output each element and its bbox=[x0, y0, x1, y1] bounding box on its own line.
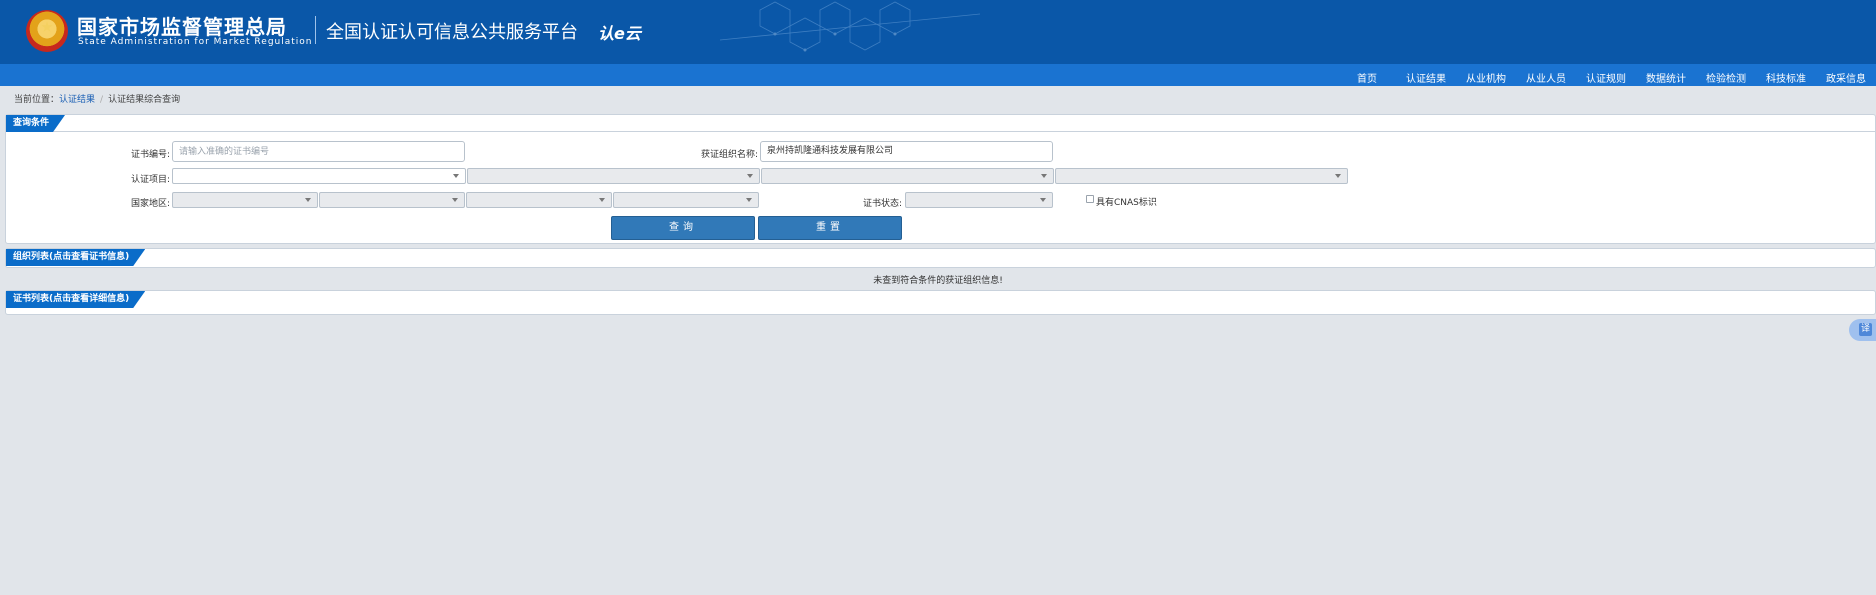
org-name-en: State Administration for Market Regulati… bbox=[78, 37, 313, 47]
region-select-1[interactable] bbox=[172, 192, 318, 208]
breadcrumb-current: 认证结果综合查询 bbox=[108, 95, 181, 105]
chevron-down-icon bbox=[599, 198, 605, 202]
breadcrumb-prefix: 当前位置： bbox=[14, 95, 60, 105]
query-panel: 查询条件 证书编号: 获证组织名称: 泉州持凯隆通科技发展有限公司 认证项目: … bbox=[5, 114, 1876, 244]
cnas-checkbox[interactable] bbox=[1086, 195, 1094, 203]
cnas-label: 具有CNAS标识 bbox=[1096, 198, 1157, 208]
nav-procurement[interactable]: 政采信息 bbox=[1826, 70, 1866, 85]
translate-button[interactable]: 译 bbox=[1849, 319, 1876, 341]
nav-cert-rules[interactable]: 认证规则 bbox=[1586, 70, 1626, 85]
breadcrumb-separator: / bbox=[100, 95, 104, 105]
breadcrumb-link[interactable]: 认证结果 bbox=[59, 95, 95, 105]
project-select-4[interactable] bbox=[1055, 168, 1348, 184]
status-select[interactable] bbox=[905, 192, 1053, 208]
reset-button[interactable]: 重置 bbox=[758, 216, 902, 240]
nav-standards[interactable]: 科技标准 bbox=[1766, 70, 1806, 85]
chevron-down-icon bbox=[452, 198, 458, 202]
chevron-down-icon bbox=[747, 174, 753, 178]
chevron-down-icon bbox=[305, 198, 311, 202]
national-emblem-logo bbox=[26, 10, 68, 52]
site-header: 国家市场监督管理总局 State Administration for Mark… bbox=[0, 0, 1876, 64]
chevron-down-icon bbox=[1041, 174, 1047, 178]
translate-icon: 译 bbox=[1859, 323, 1872, 336]
chevron-down-icon bbox=[1040, 198, 1046, 202]
status-label: 证书状态: bbox=[862, 199, 902, 209]
nav-statistics[interactable]: 数据统计 bbox=[1646, 70, 1686, 85]
org-name-label: 获证组织名称: bbox=[700, 150, 758, 160]
region-select-2[interactable] bbox=[319, 192, 465, 208]
org-name-input[interactable]: 泉州持凯隆通科技发展有限公司 bbox=[760, 141, 1053, 162]
empty-result-message: 未查到符合条件的获证组织信息! bbox=[873, 276, 1003, 286]
search-button[interactable]: 查询 bbox=[611, 216, 755, 240]
region-select-4[interactable] bbox=[613, 192, 759, 208]
breadcrumb: 当前位置：认证结果 / 认证结果综合查询 bbox=[14, 92, 180, 105]
main-nav: 首页 认证结果 从业机构 从业人员 认证规则 数据统计 检验检测 科技标准 政采… bbox=[0, 64, 1876, 86]
query-tab: 查询条件 bbox=[6, 115, 65, 132]
cert-list-panel: 证书列表(点击查看详细信息) bbox=[5, 290, 1876, 315]
project-select-1[interactable] bbox=[172, 168, 466, 184]
cert-no-input[interactable] bbox=[172, 141, 465, 162]
project-label: 认证项目: bbox=[130, 175, 170, 185]
cert-no-label: 证书编号: bbox=[130, 150, 170, 160]
org-list-tab: 组织列表(点击查看证书信息) bbox=[6, 249, 145, 266]
region-label: 国家地区: bbox=[130, 199, 170, 209]
nav-personnel[interactable]: 从业人员 bbox=[1526, 70, 1566, 85]
nav-inspection[interactable]: 检验检测 bbox=[1706, 70, 1746, 85]
project-select-2[interactable] bbox=[467, 168, 760, 184]
chevron-down-icon bbox=[453, 174, 459, 178]
org-list-panel: 组织列表(点击查看证书信息) bbox=[5, 248, 1876, 268]
tab-underline bbox=[6, 131, 1875, 132]
header-divider bbox=[315, 16, 316, 44]
nav-agencies[interactable]: 从业机构 bbox=[1466, 70, 1506, 85]
project-select-3[interactable] bbox=[761, 168, 1054, 184]
brand-logo: 认e云 bbox=[598, 24, 641, 43]
platform-title: 全国认证认可信息公共服务平台 bbox=[326, 22, 578, 43]
cert-list-tab: 证书列表(点击查看详细信息) bbox=[6, 291, 145, 308]
tech-pattern-decoration bbox=[720, 1, 980, 52]
region-select-3[interactable] bbox=[466, 192, 612, 208]
chevron-down-icon bbox=[746, 198, 752, 202]
chevron-down-icon bbox=[1335, 174, 1341, 178]
org-name-cn: 国家市场监督管理总局 bbox=[77, 15, 287, 39]
nav-cert-results[interactable]: 认证结果 bbox=[1406, 70, 1446, 85]
nav-home[interactable]: 首页 bbox=[1357, 70, 1377, 85]
